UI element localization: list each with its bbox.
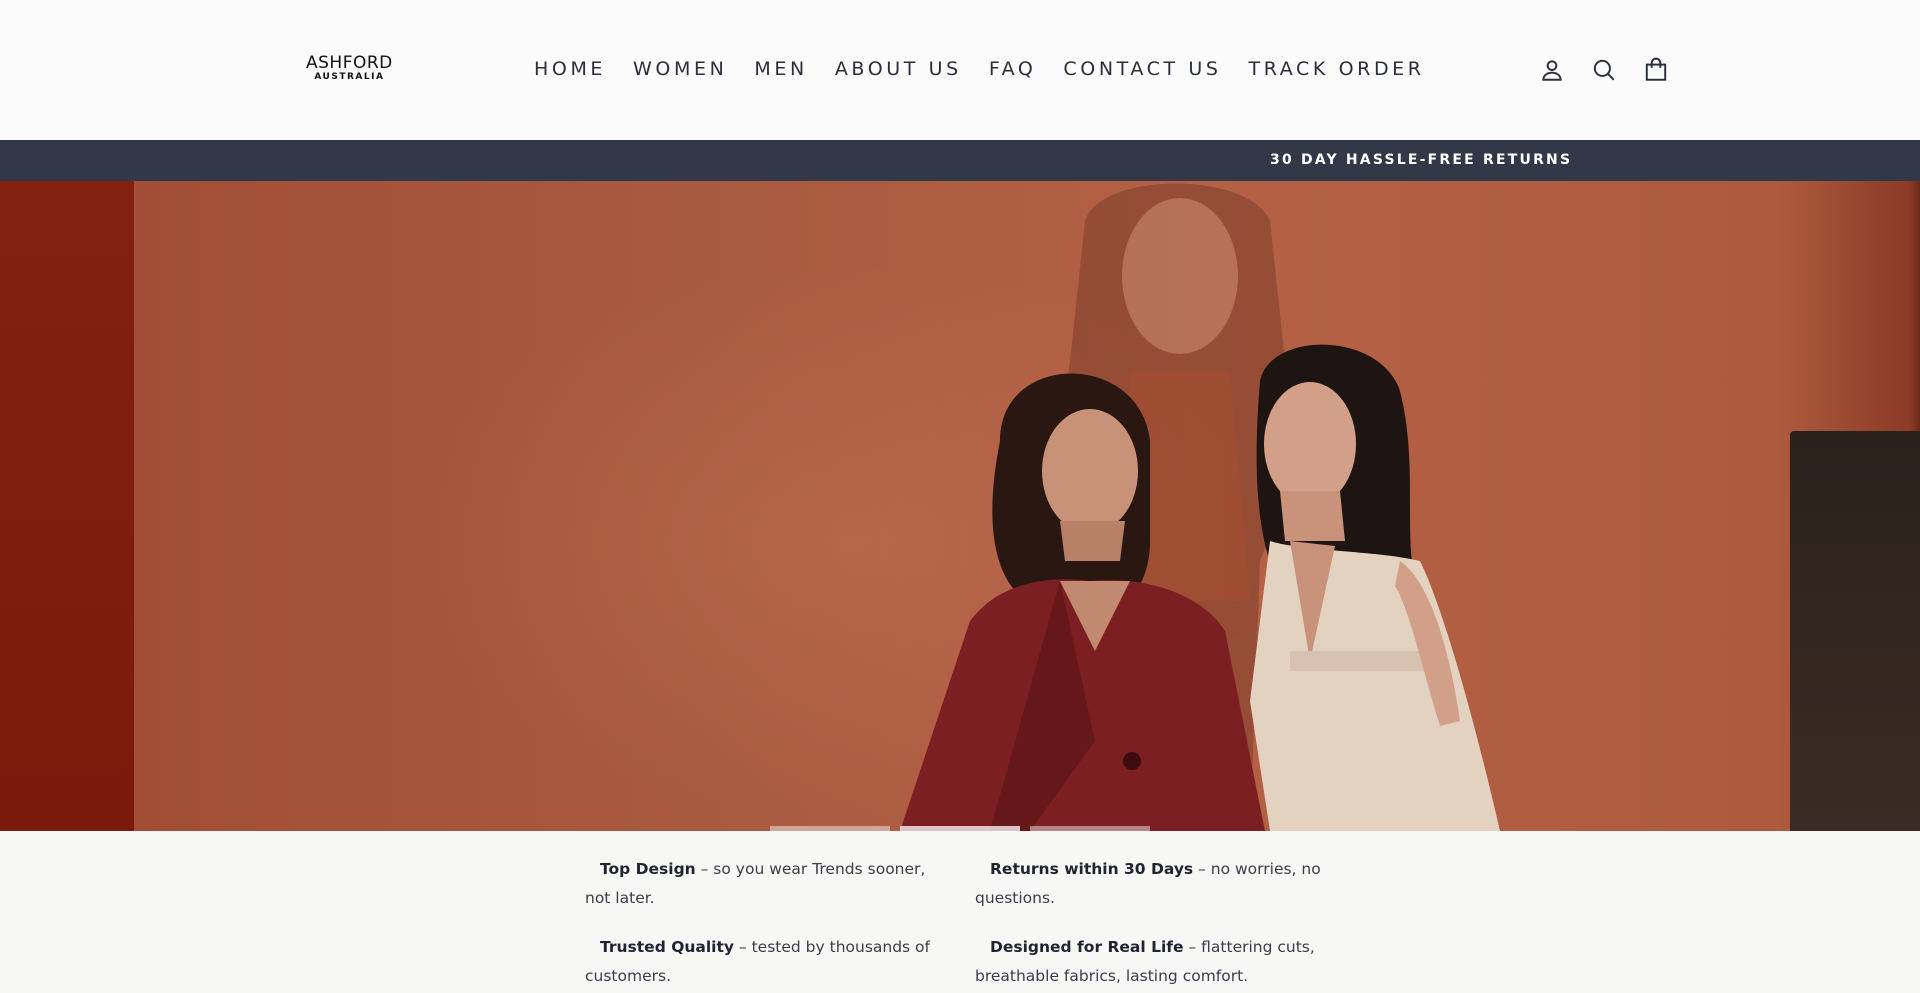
features-section: Top Design – so you wear Trends sooner, … [0,831,1920,993]
feature-returns: Returns within 30 Days – no worries, no … [975,855,1335,913]
header-actions [1538,56,1670,84]
nav-item-men[interactable]: MEN [754,55,807,83]
hero-banner[interactable] [0,181,1920,831]
brand-name: ASHFORD [306,53,393,73]
brand-subtitle: AUSTRALIA [314,72,385,82]
cart-icon[interactable] [1642,56,1670,84]
main-nav: HOME WOMEN MEN ABOUT US FAQ CONTACT US T… [534,55,1425,83]
hero-image [900,183,1500,831]
nav-item-home[interactable]: HOME [534,55,606,83]
nav-item-contact-us[interactable]: CONTACT US [1063,55,1221,83]
feature-real-life: Designed for Real Life – flattering cuts… [975,933,1335,991]
nav-item-track-order[interactable]: TRACK ORDER [1249,55,1425,83]
search-icon[interactable] [1590,56,1618,84]
feature-title: Top Design [600,860,696,878]
nav-item-faq[interactable]: FAQ [989,55,1037,83]
announcement-text: 30 DAY HASSLE-FREE RETURNS [1270,152,1573,168]
feature-title: Trusted Quality [600,938,734,956]
feature-top-design: Top Design – so you wear Trends sooner, … [585,855,945,913]
hero-model-right [1250,344,1500,831]
nav-item-women[interactable]: WOMEN [633,55,727,83]
feature-title: Designed for Real Life [990,938,1184,956]
announcement-bar: 30 DAY HASSLE-FREE RETURNS [0,140,1920,181]
nav-item-about-us[interactable]: ABOUT US [835,55,962,83]
feature-trusted-quality: Trusted Quality – tested by thousands of… [585,933,945,991]
account-icon[interactable] [1538,56,1566,84]
feature-title: Returns within 30 Days [990,860,1194,878]
site-header: ASHFORD AUSTRALIA HOME WOMEN MEN ABOUT U… [0,0,1920,140]
brand-logo[interactable]: ASHFORD AUSTRALIA [306,54,393,83]
